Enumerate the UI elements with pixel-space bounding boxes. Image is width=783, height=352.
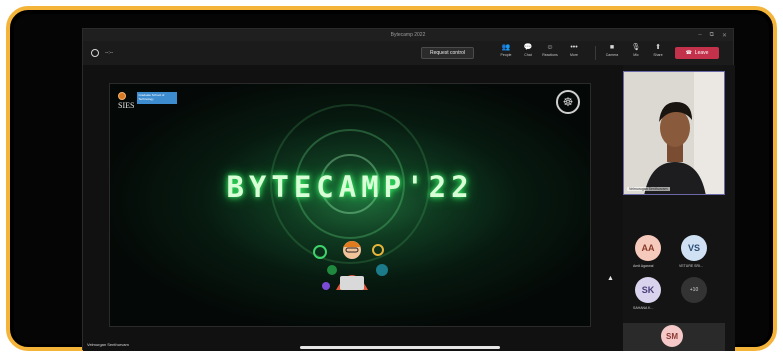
self-video-tile[interactable]: Velmurugan Senthurvam [623,71,725,195]
window-controls: – ⧉ ✕ [698,29,727,41]
mic-label: Mic [633,53,639,57]
request-control-button[interactable]: Request control [421,47,475,59]
people-button[interactable]: 👥 People [497,44,515,62]
people-label: People [500,53,512,57]
chat-button[interactable]: 💬 Chat [519,44,537,62]
window-title: Bytecamp 2022 [390,32,426,38]
participant-avatar-sm: SM [661,325,683,347]
mic-button[interactable]: 🎙 Mic [627,44,645,62]
meeting-timer: --:-- [105,50,114,56]
more-participants-button[interactable]: +10 [681,277,707,303]
title-bar: Bytecamp 2022 – ⧉ ✕ [83,29,733,41]
presenter-name: Velmurgan Senthurvam [87,342,129,347]
sies-logo: SIES Graduate School of Technology [118,92,178,110]
close-button[interactable]: ✕ [722,32,727,39]
sies-tagline: Graduate School of Technology [137,92,178,104]
restore-button[interactable]: ⧉ [710,32,714,39]
mouse-cursor-icon: ▲ [607,275,614,282]
self-video-feed [624,72,724,194]
leave-button[interactable]: ☎ Leave [675,47,719,59]
shared-screen-stage: SIES Graduate School of Technology ☸ BYT… [83,65,623,351]
phone-icon: ☎ [685,50,692,56]
people-icon: 👥 [501,44,511,51]
slide-title: BYTECAMP'22 [226,170,474,204]
reactions-label: Reactions [542,53,558,57]
participant-avatar-sk[interactable]: SK [635,277,661,303]
minimize-button[interactable]: – [698,32,701,38]
sies-logo-text: SIES [118,101,135,110]
college-emblem-icon: ☸ [556,90,580,114]
camera-icon: ■ [609,44,615,51]
meeting-window: Bytecamp 2022 – ⧉ ✕ --:-- Request contro… [82,28,735,351]
coder-illustration [313,241,388,290]
share-icon: ⬆ [655,44,661,51]
participant-avatar-aa[interactable]: AA [635,235,661,261]
meeting-shield-icon [91,49,99,57]
mic-icon: 🎙 [631,44,641,51]
share-label: Share [653,53,663,57]
more-button[interactable]: ••• More [565,44,583,62]
toolbar-divider [595,46,596,60]
chat-icon: 💬 [523,44,533,51]
camera-button[interactable]: ■ Camera [603,44,621,62]
meeting-toolbar: --:-- Request control 👥 People 💬 Chat ☺ … [83,41,733,65]
more-label: More [570,53,578,57]
participant-label-sk: SAHANA K... [633,306,654,310]
shared-slide: SIES Graduate School of Technology ☸ BYT… [109,83,591,327]
camera-label: Camera [605,53,619,57]
sies-orb-icon [118,92,126,100]
reactions-icon: ☺ [546,44,554,51]
participant-tile-sm[interactable]: SM [623,323,725,351]
chat-label: Chat [524,53,532,57]
participant-label-vs: VETURE SRI... [679,264,703,268]
participants-panel: Velmurugan Senthurvam AA Amit Agarwal VS… [623,65,735,351]
reactions-button[interactable]: ☺ Reactions [541,44,559,62]
more-icon: ••• [570,44,578,51]
share-button[interactable]: ⬆ Share [649,44,667,62]
meeting-info: --:-- [83,49,113,57]
participant-avatar-vs[interactable]: VS [681,235,707,261]
self-name-label: Velmurugan Senthurvam [627,187,670,191]
home-indicator[interactable] [300,346,500,349]
leave-label: Leave [694,50,709,56]
sies-mark-wrap: SIES [118,92,134,110]
participant-label-aa: Amit Agarwal [633,264,654,268]
